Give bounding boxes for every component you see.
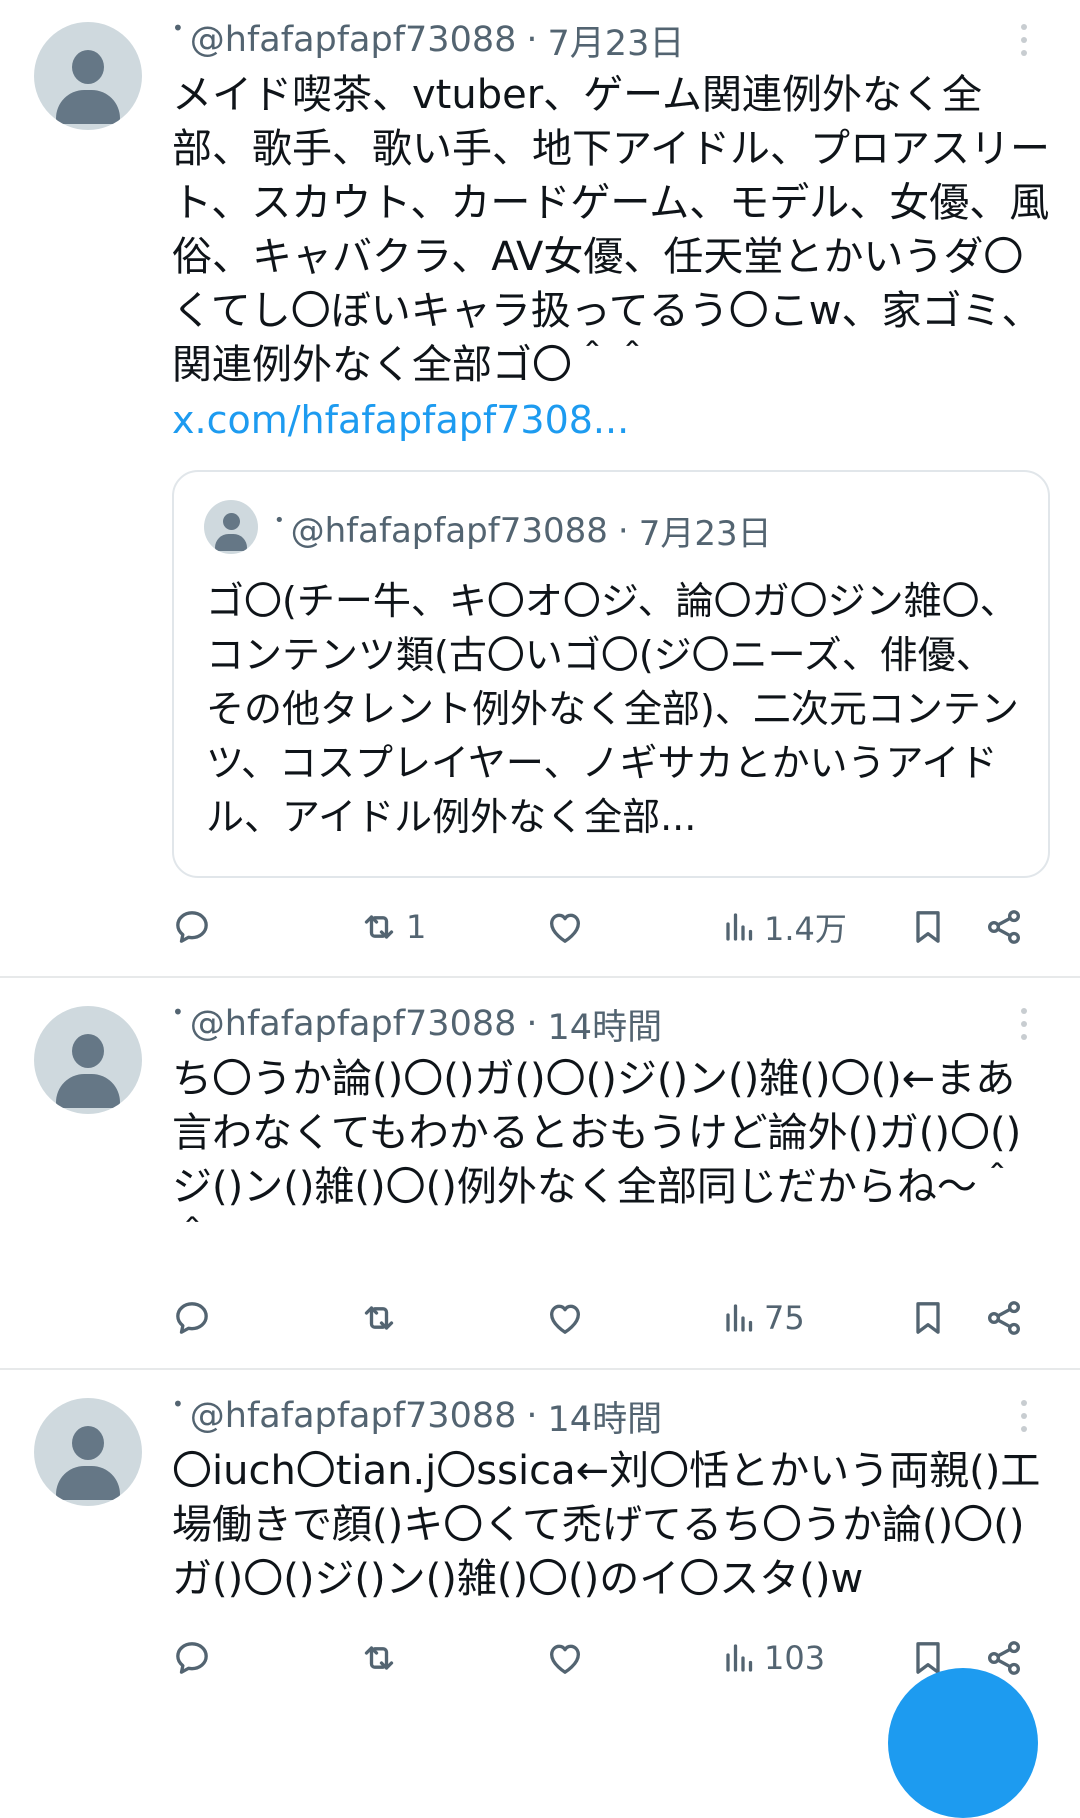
timestamp[interactable]: 14時間	[548, 1391, 663, 1442]
share-button[interactable]	[984, 897, 1024, 957]
user-handle[interactable]: @hfafapfapf73088	[190, 20, 517, 60]
views-count: 103	[764, 1639, 826, 1677]
views-icon	[726, 913, 753, 941]
more-icon[interactable]	[1010, 1008, 1038, 1040]
compose-fab[interactable]	[888, 1668, 1038, 1818]
like-icon	[550, 1644, 580, 1674]
retweet-button[interactable]	[358, 1288, 406, 1348]
quoted-avatar	[204, 500, 258, 554]
avatar[interactable]	[34, 1398, 142, 1506]
views-button[interactable]: 75	[722, 1288, 805, 1348]
reply-icon	[176, 1302, 208, 1334]
action-bar: 1 1.4万	[0, 897, 1080, 957]
views-count: 1.4万	[764, 910, 847, 948]
more-icon[interactable]	[1010, 1400, 1038, 1432]
bookmark-icon	[916, 911, 940, 943]
tweet-text: メイド喫茶、vtuber、ゲーム関連例外なく全部、歌手、歌い手、地下アイドル、プ…	[172, 72, 1050, 388]
retweet-button[interactable]: 1	[358, 897, 426, 957]
bookmark-button[interactable]	[908, 897, 948, 957]
quoted-text: ゴ〇(チー牛、キ〇オ〇ジ、論〇ガ〇ジン雑〇、コンテンツ類(古〇いゴ〇(ジ〇ニーズ…	[206, 579, 1019, 839]
reply-button[interactable]	[172, 1628, 218, 1688]
tweet-header: • @hfafapfapf73088 · 14時間	[172, 1000, 663, 1048]
tweet-header: • @hfafapfapf73088 · 7月23日	[172, 16, 685, 64]
separator-dot: ·	[526, 1396, 538, 1436]
retweet-icon	[364, 1646, 394, 1670]
views-button[interactable]: 103	[722, 1628, 825, 1688]
timestamp[interactable]: 7月23日	[548, 15, 685, 66]
quoted-handle: @hfafapfapf73088	[290, 510, 608, 551]
separator-dot: ·	[526, 20, 538, 60]
timestamp[interactable]: 14時間	[548, 999, 663, 1050]
like-button[interactable]	[544, 897, 592, 957]
action-bar: 103	[0, 1628, 1080, 1688]
quoted-timestamp: 7月23日	[638, 514, 772, 554]
views-button[interactable]: 1.4万	[722, 897, 847, 957]
avatar[interactable]	[34, 22, 142, 130]
retweet-icon	[364, 1306, 394, 1330]
like-button[interactable]	[544, 1628, 592, 1688]
quoted-tweet[interactable]: • @hfafapfapf73088 · 7月23日 ゴ〇(チー牛、キ〇オ〇ジ、…	[172, 470, 1050, 878]
tweet-header: • @hfafapfapf73088 · 14時間	[172, 1392, 663, 1440]
reply-icon	[176, 911, 208, 943]
user-handle[interactable]: @hfafapfapf73088	[190, 1004, 517, 1044]
reply-button[interactable]	[172, 897, 218, 957]
retweet-count: 1	[406, 908, 427, 946]
quoted-header: • @hfafapfapf73088 · 7月23日	[274, 506, 772, 555]
like-button[interactable]	[544, 1288, 592, 1348]
tweet-divider	[0, 1368, 1080, 1370]
action-bar: 75	[0, 1288, 1080, 1348]
views-icon	[726, 1644, 753, 1672]
avatar[interactable]	[34, 1006, 142, 1114]
user-handle[interactable]: @hfafapfapf73088	[190, 1396, 517, 1436]
reply-icon	[176, 1642, 208, 1674]
tweet-link[interactable]: x.com/hfafapfapf7308...	[172, 398, 629, 442]
share-icon	[988, 1641, 1020, 1675]
separator-dot: ·	[617, 510, 629, 551]
share-icon	[988, 910, 1020, 944]
bookmark-button[interactable]	[908, 1288, 948, 1348]
share-icon	[988, 1301, 1020, 1335]
tweet-text: ち〇うか論()〇()ガ()〇()ジ()ン()雑()〇()←まあ言わなくてもわかる…	[172, 1056, 1022, 1264]
views-count: 75	[764, 1299, 805, 1337]
views-icon	[726, 1304, 753, 1332]
more-icon[interactable]	[1010, 24, 1038, 56]
separator-dot: ·	[526, 1004, 538, 1044]
reply-button[interactable]	[172, 1288, 218, 1348]
like-icon	[550, 1304, 580, 1334]
bookmark-icon	[916, 1302, 940, 1334]
like-icon	[550, 913, 580, 943]
retweet-icon	[364, 915, 394, 939]
share-button[interactable]	[984, 1288, 1024, 1348]
tweet-divider	[0, 976, 1080, 978]
tweet-text: 〇iuch〇tian.j〇ssica←刘〇恬とかいう両親()工場働きで顔()キ〇…	[172, 1448, 1041, 1602]
retweet-button[interactable]	[358, 1628, 406, 1688]
